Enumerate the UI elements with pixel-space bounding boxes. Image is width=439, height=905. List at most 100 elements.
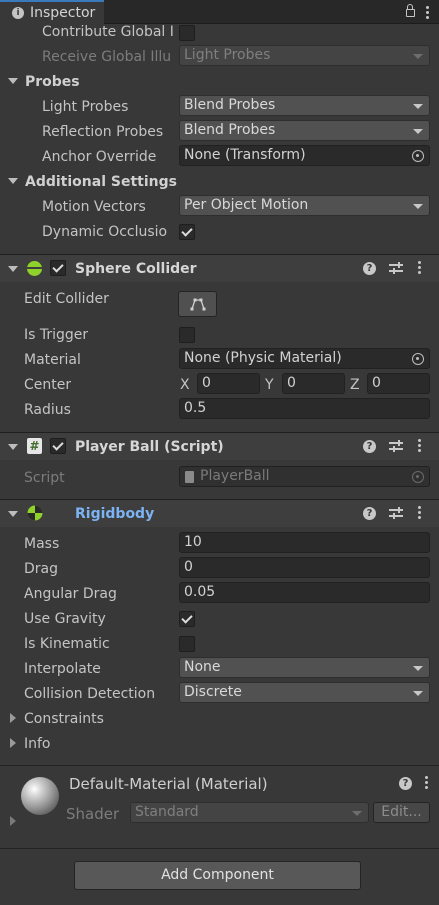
probes-title[interactable]: Probes bbox=[25, 73, 80, 91]
collision-detection-label: Collision Detection bbox=[24, 686, 156, 702]
player-ball-title: Player Ball (Script) bbox=[75, 439, 224, 455]
shader-dropdown[interactable]: Standard bbox=[130, 802, 369, 823]
add-component-label: Add Component bbox=[161, 867, 274, 883]
constraints-foldout-icon[interactable] bbox=[10, 713, 16, 723]
center-x-input[interactable]: 0 bbox=[197, 373, 260, 394]
help-icon[interactable]: ? bbox=[363, 507, 376, 520]
use-gravity-label: Use Gravity bbox=[24, 611, 106, 627]
component-menu-icon[interactable] bbox=[417, 506, 421, 520]
mass-label: Mass bbox=[24, 536, 60, 552]
presets-icon[interactable] bbox=[389, 262, 403, 274]
object-picker-icon bbox=[412, 471, 424, 483]
center-label: Center bbox=[24, 377, 72, 393]
dynamic-occlusion-checkbox[interactable] bbox=[179, 224, 195, 240]
additional-settings-title[interactable]: Additional Settings bbox=[25, 173, 177, 191]
presets-icon[interactable] bbox=[389, 507, 403, 519]
help-icon[interactable]: ? bbox=[363, 262, 376, 275]
interpolate-label: Interpolate bbox=[24, 661, 101, 677]
collision-detection-dropdown[interactable]: Discrete bbox=[179, 682, 430, 703]
dynamic-occlusion-label: Dynamic Occlusio bbox=[42, 224, 168, 240]
tab-inspector[interactable]: i Inspector bbox=[0, 0, 104, 24]
material-preview bbox=[21, 777, 59, 815]
reflection-probes-value: Blend Probes bbox=[184, 122, 276, 138]
physic-material-value: None (Physic Material) bbox=[184, 350, 342, 366]
contribute-gi-checkbox[interactable] bbox=[179, 25, 195, 41]
interpolate-dropdown[interactable]: None bbox=[179, 657, 430, 678]
player-ball-enabled-checkbox[interactable] bbox=[50, 438, 66, 454]
sphere-collider-icon bbox=[27, 261, 42, 276]
center-y-input[interactable]: 0 bbox=[282, 373, 345, 394]
receive-gi-value: Light Probes bbox=[184, 47, 271, 63]
is-kinematic-checkbox[interactable] bbox=[179, 636, 195, 652]
info-foldout-icon[interactable] bbox=[10, 738, 16, 748]
script-file-icon bbox=[185, 471, 194, 483]
motion-vectors-dropdown[interactable]: Per Object Motion bbox=[179, 195, 430, 216]
center-z-input[interactable]: 0 bbox=[367, 373, 430, 394]
script-value: PlayerBall bbox=[200, 468, 270, 484]
rigidbody-title[interactable]: Rigidbody bbox=[75, 505, 154, 523]
component-menu-icon[interactable] bbox=[417, 261, 421, 275]
sphere-collider-enabled-checkbox[interactable] bbox=[50, 260, 66, 276]
script-icon: # bbox=[27, 438, 42, 454]
light-probes-label: Light Probes bbox=[42, 99, 129, 115]
anchor-override-value: None (Transform) bbox=[184, 147, 306, 163]
angular-drag-label: Angular Drag bbox=[24, 586, 117, 602]
receive-gi-dropdown: Light Probes bbox=[179, 45, 430, 66]
anchor-override-label: Anchor Override bbox=[42, 149, 157, 165]
info-label[interactable]: Info bbox=[24, 735, 51, 753]
radius-input[interactable]: 0.5 bbox=[179, 398, 430, 419]
rigidbody-foldout-icon[interactable] bbox=[8, 511, 18, 517]
radius-label: Radius bbox=[24, 402, 71, 418]
shader-edit-label: Edit... bbox=[381, 804, 422, 820]
sphere-collider-title: Sphere Collider bbox=[75, 261, 197, 277]
center-x-label[interactable]: X bbox=[180, 376, 190, 394]
drag-input[interactable]: 0 bbox=[179, 557, 430, 578]
is-trigger-checkbox[interactable] bbox=[179, 327, 195, 343]
mass-input[interactable]: 10 bbox=[179, 532, 430, 553]
lock-icon[interactable] bbox=[406, 4, 415, 17]
reflection-probes-label: Reflection Probes bbox=[42, 124, 164, 140]
tab-inspector-label: Inspector bbox=[30, 5, 96, 21]
sphere-collider-foldout-icon[interactable] bbox=[8, 266, 18, 272]
motion-vectors-value: Per Object Motion bbox=[184, 197, 309, 213]
tab-menu-icon[interactable] bbox=[425, 6, 429, 20]
shader-label: Shader bbox=[66, 805, 120, 823]
player-ball-foldout-icon[interactable] bbox=[8, 444, 18, 450]
add-component-button[interactable]: Add Component bbox=[74, 861, 361, 890]
probes-foldout-icon[interactable] bbox=[8, 78, 18, 84]
interpolate-value: None bbox=[184, 659, 221, 675]
constraints-label[interactable]: Constraints bbox=[24, 710, 104, 728]
reflection-probes-dropdown[interactable]: Blend Probes bbox=[179, 120, 430, 141]
anchor-override-field[interactable]: None (Transform) bbox=[179, 145, 430, 166]
shader-value: Standard bbox=[135, 804, 199, 820]
add-component-separator bbox=[0, 848, 439, 849]
additional-settings-foldout-icon[interactable] bbox=[8, 178, 18, 184]
light-probes-value: Blend Probes bbox=[184, 97, 276, 113]
material-menu-icon[interactable] bbox=[424, 776, 428, 790]
center-z-label[interactable]: Z bbox=[350, 376, 360, 394]
component-menu-icon[interactable] bbox=[417, 439, 421, 453]
material-title: Default-Material (Material) bbox=[69, 775, 268, 793]
info-icon: i bbox=[12, 7, 24, 19]
use-gravity-checkbox[interactable] bbox=[179, 611, 195, 627]
physic-material-field[interactable]: None (Physic Material) bbox=[179, 348, 430, 369]
shader-edit-button[interactable]: Edit... bbox=[373, 802, 430, 823]
edit-collider-button[interactable] bbox=[178, 291, 217, 317]
help-icon[interactable]: ? bbox=[399, 777, 412, 790]
object-picker-icon[interactable] bbox=[412, 353, 424, 365]
light-probes-dropdown[interactable]: Blend Probes bbox=[179, 95, 430, 116]
motion-vectors-label: Motion Vectors bbox=[42, 199, 146, 215]
angular-drag-input[interactable]: 0.05 bbox=[179, 582, 430, 603]
is-kinematic-label: Is Kinematic bbox=[24, 636, 110, 652]
material-foldout-icon[interactable] bbox=[10, 816, 16, 826]
edit-collider-icon bbox=[190, 298, 206, 311]
center-y-label[interactable]: Y bbox=[265, 376, 274, 394]
material-label: Material bbox=[24, 352, 81, 368]
help-icon[interactable]: ? bbox=[363, 440, 376, 453]
presets-icon[interactable] bbox=[389, 440, 403, 452]
rigidbody-icon bbox=[27, 505, 43, 521]
material-separator bbox=[0, 765, 439, 766]
script-label: Script bbox=[24, 470, 65, 486]
object-picker-icon[interactable] bbox=[412, 150, 424, 162]
edit-collider-label: Edit Collider bbox=[24, 291, 109, 307]
